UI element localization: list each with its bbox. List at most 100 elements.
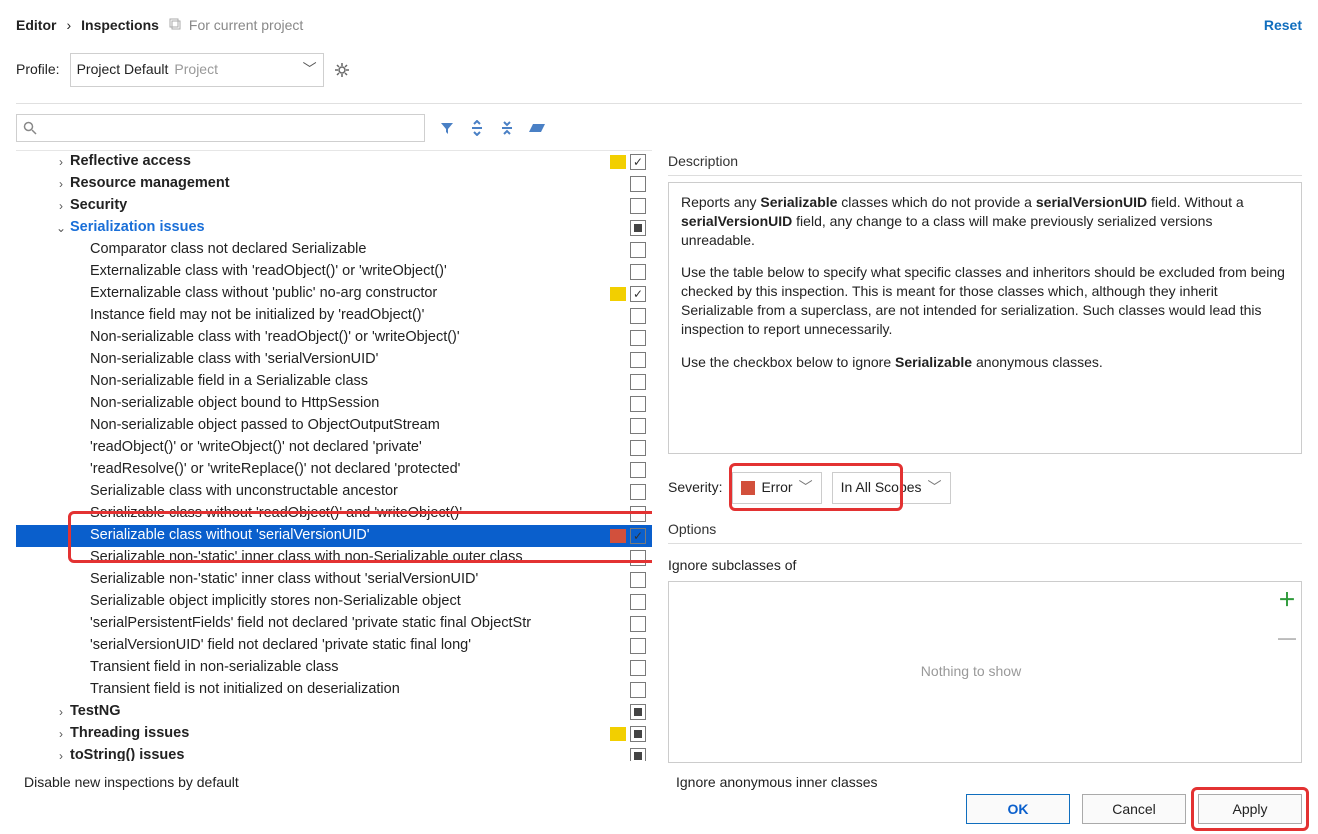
tree-item[interactable]: Non-serializable object passed to Object… — [16, 415, 652, 437]
tree-item[interactable]: Serializable object implicitly stores no… — [16, 591, 652, 613]
tree-item[interactable]: Non-serializable object bound to HttpSes… — [16, 393, 652, 415]
tree-item[interactable]: Serializable non-'static' inner class wi… — [16, 569, 652, 591]
severity-swatch-icon — [610, 375, 626, 389]
tree-item[interactable]: Serializable class without 'serialVersio… — [16, 525, 652, 547]
inspection-checkbox[interactable] — [630, 462, 646, 478]
remove-button: — — [1278, 626, 1296, 650]
tree-item[interactable]: Serializable class without 'readObject()… — [16, 503, 652, 525]
inspection-checkbox[interactable] — [630, 330, 646, 346]
tree-category-label: TestNG — [70, 702, 121, 722]
inspection-checkbox[interactable] — [630, 396, 646, 412]
inspection-checkbox[interactable] — [630, 638, 646, 654]
tree-item-label: Transient field in non-serializable clas… — [90, 658, 339, 678]
inspection-checkbox[interactable] — [630, 660, 646, 676]
inspection-checkbox[interactable] — [630, 594, 646, 610]
inspection-checkbox[interactable] — [630, 374, 646, 390]
collapse-all-icon[interactable] — [499, 120, 515, 136]
ignore-subclasses-list[interactable]: Nothing to show ＋ — — [668, 581, 1302, 763]
inspection-checkbox[interactable] — [630, 682, 646, 698]
tree-item-label: Serializable object implicitly stores no… — [90, 592, 461, 612]
tree-item[interactable]: Externalizable class with 'readObject()'… — [16, 261, 652, 283]
tree-item[interactable]: Non-serializable class with 'readObject(… — [16, 327, 652, 349]
inspection-checkbox[interactable] — [630, 440, 646, 456]
tree-item-label: Serializable non-'static' inner class wi… — [90, 570, 478, 590]
inspection-checkbox[interactable] — [630, 176, 646, 192]
tree-item[interactable]: Transient field is not initialized on de… — [16, 679, 652, 701]
tree-item[interactable]: Instance field may not be initialized by… — [16, 305, 652, 327]
reset-button[interactable]: Reset — [1264, 16, 1302, 35]
tree-item[interactable]: Externalizable class without 'public' no… — [16, 283, 652, 305]
expand-all-icon[interactable] — [469, 120, 485, 136]
tree-item[interactable]: Transient field in non-serializable clas… — [16, 657, 652, 679]
profile-select[interactable]: Project Default Project ﹀ — [70, 53, 324, 87]
severity-swatch-icon — [610, 595, 626, 609]
chevron-right-icon: › — [66, 16, 71, 35]
empty-placeholder: Nothing to show — [669, 582, 1273, 762]
inspection-checkbox[interactable] — [630, 308, 646, 324]
severity-swatch-icon — [610, 353, 626, 367]
inspection-checkbox[interactable] — [630, 198, 646, 214]
inspection-checkbox[interactable] — [630, 154, 646, 170]
tree-item[interactable]: 'readObject()' or 'writeObject()' not de… — [16, 437, 652, 459]
inspection-checkbox[interactable] — [630, 352, 646, 368]
severity-swatch-icon — [610, 419, 626, 433]
tree-category-label: Security — [70, 196, 127, 216]
tree-item[interactable]: 'serialPersistentFields' field not decla… — [16, 613, 652, 635]
inspection-checkbox[interactable] — [630, 220, 646, 236]
severity-select[interactable]: Error ﹀ — [732, 472, 821, 504]
inspection-checkbox[interactable] — [630, 242, 646, 258]
inspection-checkbox[interactable] — [630, 572, 646, 588]
inspection-checkbox[interactable] — [630, 748, 646, 761]
tree-item[interactable]: Serializable non-'static' inner class wi… — [16, 547, 652, 569]
tree-item[interactable]: 'serialVersionUID' field not declared 'p… — [16, 635, 652, 657]
inspections-tree[interactable]: › Reflective access › Resource managemen… — [16, 150, 652, 761]
tree-item[interactable]: Non-serializable field in a Serializable… — [16, 371, 652, 393]
description-title: Description — [668, 152, 1302, 176]
filter-icon[interactable] — [439, 120, 455, 136]
chevron-icon: › — [54, 176, 68, 192]
tree-item[interactable]: Serializable class with unconstructable … — [16, 481, 652, 503]
inspection-checkbox[interactable] — [630, 704, 646, 720]
tree-category[interactable]: › Resource management — [16, 173, 652, 195]
tree-category-label: Reflective access — [70, 152, 191, 172]
tree-category[interactable]: › Security — [16, 195, 652, 217]
inspection-checkbox[interactable] — [630, 616, 646, 632]
apply-button[interactable]: Apply — [1198, 794, 1302, 824]
severity-swatch-icon — [610, 551, 626, 565]
inspection-checkbox[interactable] — [630, 286, 646, 302]
breadcrumb-leaf[interactable]: Inspections — [81, 16, 159, 35]
inspection-checkbox[interactable] — [630, 528, 646, 544]
tree-category[interactable]: › toString() issues — [16, 745, 652, 761]
tree-category[interactable]: › TestNG — [16, 701, 652, 723]
reset-tool-icon[interactable] — [529, 120, 547, 136]
severity-swatch-icon — [610, 507, 626, 521]
ignore-subclasses-label: Ignore subclasses of — [668, 556, 1302, 575]
tree-item[interactable]: Comparator class not declared Serializab… — [16, 239, 652, 261]
tree-item[interactable]: 'readResolve()' or 'writeReplace()' not … — [16, 459, 652, 481]
tree-category[interactable]: ⌄ Serialization issues — [16, 217, 652, 239]
inspection-checkbox[interactable] — [630, 264, 646, 280]
ok-button[interactable]: OK — [966, 794, 1070, 824]
tree-item-label: Non-serializable class with 'readObject(… — [90, 328, 460, 348]
tree-item[interactable]: Non-serializable class with 'serialVersi… — [16, 349, 652, 371]
severity-swatch-icon — [610, 243, 626, 257]
scope-select[interactable]: In All Scopes ﹀ — [832, 472, 951, 504]
tree-item-label: Instance field may not be initialized by… — [90, 306, 424, 326]
inspection-checkbox[interactable] — [630, 550, 646, 566]
inspection-checkbox[interactable] — [630, 726, 646, 742]
chevron-down-icon: ﹀ — [799, 478, 813, 497]
tree-category[interactable]: › Reflective access — [16, 151, 652, 173]
breadcrumb-root[interactable]: Editor — [16, 16, 56, 35]
severity-swatch-icon — [610, 485, 626, 499]
inspection-checkbox[interactable] — [630, 484, 646, 500]
search-input[interactable] — [16, 114, 425, 142]
inspection-checkbox[interactable] — [630, 506, 646, 522]
severity-swatch-icon — [610, 397, 626, 411]
cancel-button[interactable]: Cancel — [1082, 794, 1186, 824]
tree-category[interactable]: › Threading issues — [16, 723, 652, 745]
tree-category-label: Serialization issues — [70, 218, 205, 238]
for-current-project: For current project — [169, 16, 303, 35]
gear-icon[interactable] — [334, 62, 350, 78]
add-button[interactable]: ＋ — [1278, 588, 1296, 612]
inspection-checkbox[interactable] — [630, 418, 646, 434]
